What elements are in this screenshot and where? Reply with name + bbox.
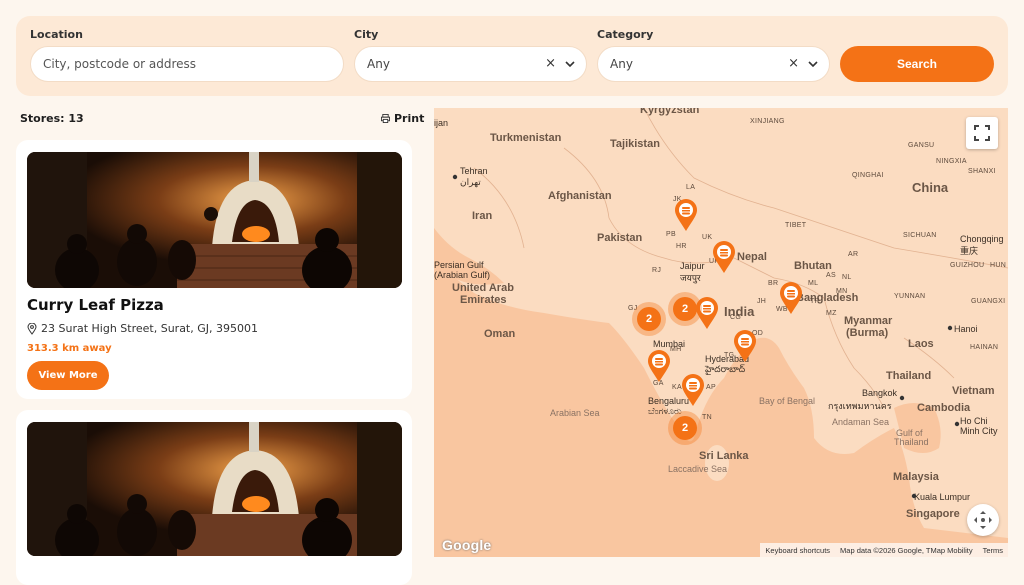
store-pin-icon[interactable] xyxy=(778,281,804,315)
store-image xyxy=(27,422,402,556)
chevron-down-icon[interactable] xyxy=(564,56,576,72)
city-select[interactable]: Any × xyxy=(354,46,587,82)
map-cluster[interactable]: 2 xyxy=(668,292,702,326)
map-cluster[interactable]: 2 xyxy=(668,411,702,445)
search-button[interactable]: Search xyxy=(840,46,994,82)
cluster-count: 2 xyxy=(637,307,661,331)
terms-link[interactable]: Terms xyxy=(983,546,1003,555)
view-more-button[interactable]: View More xyxy=(27,361,109,390)
google-logo: Google xyxy=(442,537,492,553)
location-input[interactable]: City, postcode or address xyxy=(30,46,344,82)
fullscreen-button[interactable] xyxy=(966,117,998,149)
store-distance: 313.3 km away xyxy=(27,343,112,354)
location-label: Location xyxy=(30,28,83,41)
location-placeholder: City, postcode or address xyxy=(43,57,197,71)
map-pan-control[interactable] xyxy=(967,504,999,536)
map-cluster[interactable]: 2 xyxy=(632,302,666,336)
map-attribution: Keyboard shortcuts Map data ©2026 Google… xyxy=(760,543,1008,557)
pan-arrows-icon xyxy=(974,511,992,529)
store-map[interactable]: Kyrgyzstan XINJIANG ijan Turkmenistan Ta… xyxy=(434,108,1008,557)
city-label: City xyxy=(354,28,379,41)
store-card xyxy=(16,410,412,585)
print-label: Print xyxy=(394,112,425,125)
store-pin-icon[interactable] xyxy=(673,198,699,232)
map-pin-icon xyxy=(27,322,37,335)
print-button[interactable]: Print xyxy=(381,112,424,125)
keyboard-shortcuts-link[interactable]: Keyboard shortcuts xyxy=(765,546,830,555)
printer-icon xyxy=(381,114,390,123)
store-address: 23 Surat High Street, Surat, GJ, 395001 xyxy=(27,322,258,335)
category-value: Any xyxy=(610,57,633,71)
store-name: Curry Leaf Pizza xyxy=(27,296,164,314)
filter-bar: Location City, postcode or address City … xyxy=(16,16,1008,96)
store-image xyxy=(27,152,402,288)
cluster-count: 2 xyxy=(673,416,697,440)
category-label: Category xyxy=(597,28,654,41)
fullscreen-icon xyxy=(974,125,990,141)
city-clear-icon[interactable]: × xyxy=(545,56,556,72)
store-pin-icon[interactable] xyxy=(680,373,706,407)
map-city-dots xyxy=(452,174,960,499)
store-card: Curry Leaf Pizza 23 Surat High Street, S… xyxy=(16,140,412,399)
category-select[interactable]: Any × xyxy=(597,46,830,82)
category-clear-icon[interactable]: × xyxy=(788,56,799,72)
store-address-text: 23 Surat High Street, Surat, GJ, 395001 xyxy=(41,322,258,335)
stores-count: Stores: 13 xyxy=(20,112,84,125)
map-data-credit: Map data ©2026 Google, TMap Mobility xyxy=(840,545,973,555)
city-value: Any xyxy=(367,57,390,71)
store-pin-icon[interactable] xyxy=(711,240,737,274)
chevron-down-icon[interactable] xyxy=(807,56,819,72)
store-pin-icon[interactable] xyxy=(732,329,758,363)
cluster-count: 2 xyxy=(673,297,697,321)
store-pin-icon[interactable] xyxy=(646,349,672,383)
